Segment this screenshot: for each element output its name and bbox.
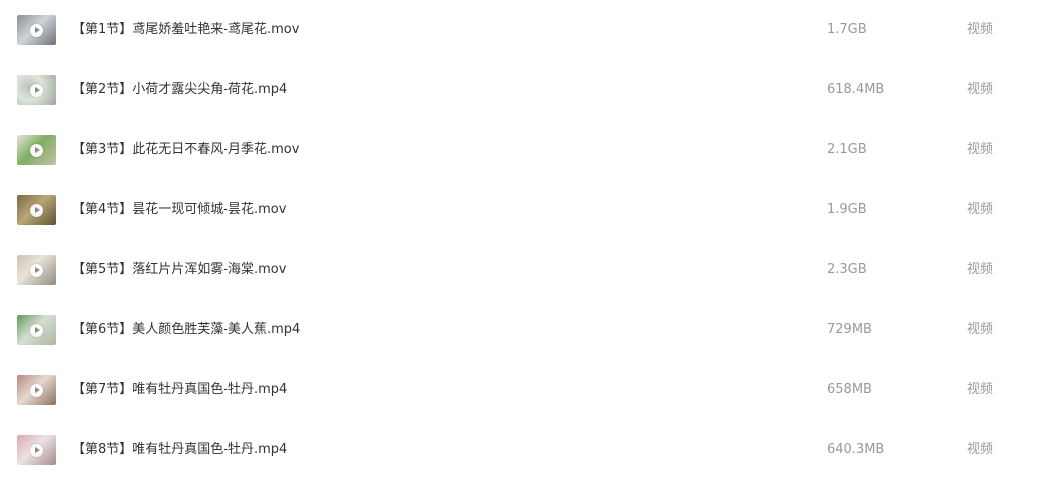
file-name[interactable]: 【第5节】落红片片浑如雾-海棠.mov — [72, 240, 286, 300]
video-thumbnail[interactable] — [17, 195, 56, 225]
file-name[interactable]: 【第4节】昙花一现可倾城-昙花.mov — [72, 180, 286, 240]
file-size: 2.3GB — [827, 262, 867, 277]
video-play-icon — [30, 383, 43, 397]
file-row[interactable]: 【第1节】鸢尾娇羞吐艳来-鸢尾花.mov 1.7GB 视频 — [0, 0, 1061, 60]
video-play-icon — [30, 23, 43, 37]
file-type: 视频 — [967, 142, 994, 157]
file-type: 视频 — [967, 22, 994, 37]
file-name[interactable]: 【第6节】美人颜色胜芙藻-美人蕉.mp4 — [72, 300, 300, 360]
video-thumbnail[interactable] — [17, 255, 56, 285]
file-name[interactable]: 【第1节】鸢尾娇羞吐艳来-鸢尾花.mov — [72, 0, 299, 60]
video-play-icon — [30, 263, 43, 277]
video-thumbnail[interactable] — [17, 315, 56, 345]
video-play-icon — [30, 443, 43, 457]
file-type: 视频 — [967, 442, 994, 457]
file-type: 视频 — [967, 322, 994, 337]
file-size: 640.3MB — [827, 442, 885, 457]
file-type: 视频 — [967, 262, 994, 277]
file-size: 658MB — [827, 382, 872, 397]
file-type: 视频 — [967, 202, 994, 217]
video-play-icon — [30, 143, 43, 157]
file-name[interactable]: 【第8节】唯有牡丹真国色-牡丹.mp4 — [72, 420, 287, 480]
file-name[interactable]: 【第2节】小荷才露尖尖角-荷花.mp4 — [72, 60, 287, 120]
file-size: 618.4MB — [827, 82, 885, 97]
file-row[interactable]: 【第2节】小荷才露尖尖角-荷花.mp4 618.4MB 视频 — [0, 60, 1061, 120]
file-type: 视频 — [967, 382, 994, 397]
file-name[interactable]: 【第3节】此花无日不春风-月季花.mov — [72, 120, 299, 180]
video-thumbnail[interactable] — [17, 135, 56, 165]
video-play-icon — [30, 203, 43, 217]
file-size: 1.9GB — [827, 202, 867, 217]
file-row[interactable]: 【第4节】昙花一现可倾城-昙花.mov 1.9GB 视频 — [0, 180, 1061, 240]
file-type: 视频 — [967, 82, 994, 97]
file-row[interactable]: 【第6节】美人颜色胜芙藻-美人蕉.mp4 729MB 视频 — [0, 300, 1061, 360]
video-thumbnail[interactable] — [17, 375, 56, 405]
file-row[interactable]: 【第8节】唯有牡丹真国色-牡丹.mp4 640.3MB 视频 — [0, 420, 1061, 480]
file-size: 1.7GB — [827, 22, 867, 37]
file-list: 【第1节】鸢尾娇羞吐艳来-鸢尾花.mov 1.7GB 视频 【第2节】小荷才露尖… — [0, 0, 1061, 488]
video-thumbnail[interactable] — [17, 15, 56, 45]
video-play-icon — [30, 323, 43, 337]
file-size: 729MB — [827, 322, 872, 337]
video-thumbnail[interactable] — [17, 75, 56, 105]
video-play-icon — [30, 83, 43, 97]
file-row[interactable]: 【第7节】唯有牡丹真国色-牡丹.mp4 658MB 视频 — [0, 360, 1061, 420]
file-row[interactable]: 【第3节】此花无日不春风-月季花.mov 2.1GB 视频 — [0, 120, 1061, 180]
file-name[interactable]: 【第7节】唯有牡丹真国色-牡丹.mp4 — [72, 360, 287, 420]
file-size: 2.1GB — [827, 142, 867, 157]
video-thumbnail[interactable] — [17, 435, 56, 465]
file-row[interactable]: 【第5节】落红片片浑如雾-海棠.mov 2.3GB 视频 — [0, 240, 1061, 300]
